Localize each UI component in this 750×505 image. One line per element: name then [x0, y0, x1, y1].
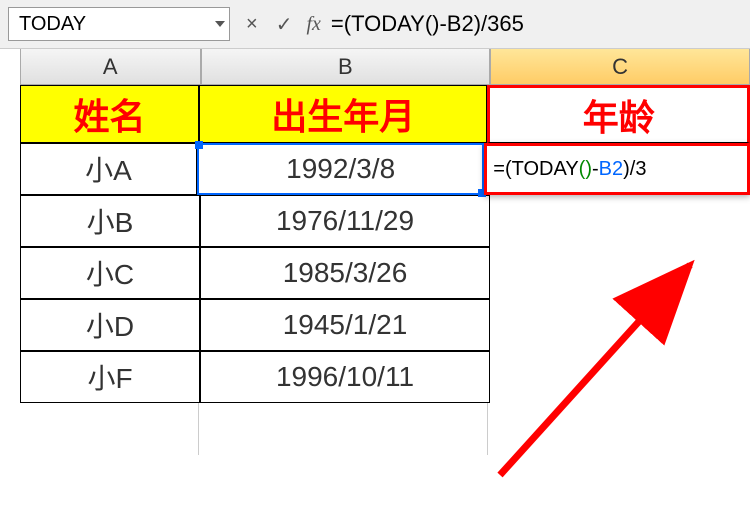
selection-handle-icon — [195, 141, 203, 149]
table-row: 小D 1945/1/21 — [20, 299, 750, 351]
cancel-button[interactable]: × — [242, 11, 262, 38]
cell-birthdate[interactable]: 1945/1/21 — [200, 299, 490, 351]
cell-empty[interactable] — [490, 299, 748, 351]
name-box-value: TODAY — [19, 13, 86, 36]
table-row: 小F 1996/10/11 — [20, 351, 750, 403]
name-box-dropdown-icon[interactable] — [215, 21, 225, 27]
formula-input[interactable]: =(TODAY()-B2)/365 — [331, 11, 742, 37]
cell-name[interactable]: 小D — [20, 299, 200, 351]
formula-text: =(TODAY — [493, 158, 578, 181]
cell-birthdate[interactable]: 1976/11/29 — [200, 195, 490, 247]
formula-cell-ref: B2 — [599, 158, 623, 181]
cell-empty[interactable] — [199, 403, 488, 455]
formula-text: )/3 — [623, 158, 646, 181]
name-box[interactable]: TODAY — [8, 7, 230, 41]
cell-name[interactable]: 小F — [20, 351, 200, 403]
table-row: 小B 1976/11/29 — [20, 195, 750, 247]
column-header-c[interactable]: C — [490, 49, 750, 84]
formula-controls: × ✓ fx — [242, 10, 321, 39]
cell-birthdate[interactable]: 1996/10/11 — [200, 351, 490, 403]
column-header-b[interactable]: B — [201, 49, 491, 84]
cell-c2-editing[interactable]: =(TODAY()-B2)/3 — [484, 143, 750, 195]
formula-bar: TODAY × ✓ fx =(TODAY()-B2)/365 — [0, 0, 750, 49]
cell-empty[interactable] — [490, 195, 748, 247]
cell-name[interactable]: 小C — [20, 247, 200, 299]
table-row: 小C 1985/3/26 — [20, 247, 750, 299]
cell-empty[interactable] — [490, 351, 748, 403]
table-row: 小A 1992/3/8 =(TODAY()-B2)/3 — [20, 143, 750, 195]
cell-birthdate[interactable]: 1985/3/26 — [200, 247, 490, 299]
formula-paren: () — [579, 158, 592, 181]
confirm-button[interactable]: ✓ — [272, 10, 297, 39]
formula-text: - — [592, 158, 599, 181]
table-row-empty — [20, 403, 750, 455]
fx-icon[interactable]: fx — [306, 13, 320, 36]
cell-name[interactable]: 小A — [20, 143, 197, 195]
cell-b2-selected[interactable]: 1992/3/8 — [197, 143, 484, 195]
cell-empty[interactable] — [490, 247, 748, 299]
spreadsheet-grid: 姓名 出生年月 年龄 小A 1992/3/8 =(TODAY()-B2)/3 小… — [20, 85, 750, 455]
cell-empty[interactable] — [488, 403, 746, 455]
column-header-a[interactable]: A — [20, 49, 201, 84]
header-name[interactable]: 姓名 — [20, 85, 199, 143]
column-headers: A B C — [20, 49, 750, 85]
table-header-row: 姓名 出生年月 年龄 — [20, 85, 750, 143]
header-birthdate[interactable]: 出生年月 — [199, 85, 487, 143]
header-age[interactable]: 年龄 — [487, 85, 750, 143]
cell-name[interactable]: 小B — [20, 195, 200, 247]
cell-empty[interactable] — [20, 403, 199, 455]
